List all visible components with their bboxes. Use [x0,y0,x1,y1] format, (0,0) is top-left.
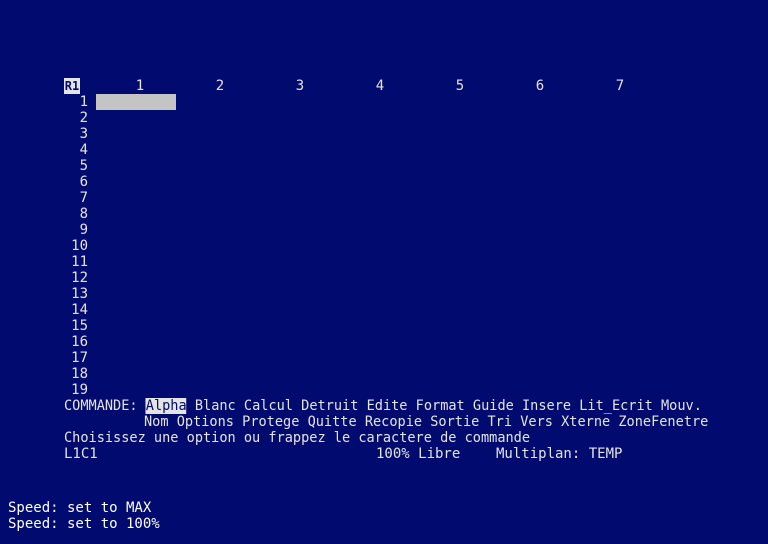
command-prompt: Choisissez une option ou frappez le cara… [64,430,531,446]
menu-item-alpha[interactable]: Alpha [145,398,187,414]
row-header-2[interactable]: 2 [64,110,88,126]
menu-item-sortie[interactable]: Sortie [430,414,479,430]
menu-item-recopie[interactable]: Recopie [365,414,422,430]
speed-message-2: Speed: set to 100% [8,516,160,532]
menu-item-protege[interactable]: Protege [242,414,299,430]
menu-item-nom[interactable]: Nom [144,414,169,430]
row-header-8[interactable]: 8 [64,206,88,222]
command-menu-line-1: COMMANDE: Alpha Blanc Calcul Detruit Edi… [64,398,702,414]
row-header-13[interactable]: 13 [64,286,88,302]
row-header-6[interactable]: 6 [64,174,88,190]
grid-corner[interactable]: R1 [64,78,80,94]
menu-item-quitte[interactable]: Quitte [308,414,357,430]
menu-item-xterne[interactable]: Xterne [561,414,610,430]
row-header-19[interactable]: 19 [64,382,88,398]
menu-item-zonefenetre[interactable]: ZoneFenetre [618,414,708,430]
column-header-5[interactable]: 5 [420,78,500,94]
multiplan-screen: R1 1 2 3 4 5 6 7 1 2 3 4 5 6 7 8 9 10 11… [0,0,768,544]
column-header-2[interactable]: 2 [180,78,260,94]
column-header-4[interactable]: 4 [340,78,420,94]
menu-item-format[interactable]: Format [416,398,465,414]
menu-item-blanc[interactable]: Blanc [195,398,236,414]
row-header-3[interactable]: 3 [64,126,88,142]
menu-item-vers[interactable]: Vers [520,414,553,430]
row-header-4[interactable]: 4 [64,142,88,158]
column-header-1[interactable]: 1 [100,78,180,94]
menu-item-mouv[interactable]: Mouv. [661,398,702,414]
row-header-1[interactable]: 1 [64,94,88,110]
menu-item-insere[interactable]: Insere [522,398,571,414]
menu-item-detruit[interactable]: Detruit [301,398,358,414]
menu-item-tri[interactable]: Tri [488,414,513,430]
row-header-11[interactable]: 11 [64,254,88,270]
row-header-12[interactable]: 12 [64,270,88,286]
menu-item-lit-ecrit[interactable]: Lit_Ecrit [579,398,653,414]
row-header-18[interactable]: 18 [64,366,88,382]
command-menu-line-2: Nom Options Protege Quitte Recopie Sorti… [144,414,708,430]
file-name: Multiplan: TEMP [496,446,623,462]
column-header-6[interactable]: 6 [500,78,580,94]
column-header-3[interactable]: 3 [260,78,340,94]
row-header-7[interactable]: 7 [64,190,88,206]
speed-message-1: Speed: set to MAX [8,500,152,516]
menu-item-guide[interactable]: Guide [473,398,514,414]
active-cell-cursor[interactable] [96,94,176,110]
row-header-5[interactable]: 5 [64,158,88,174]
row-header-15[interactable]: 15 [64,318,88,334]
menu-item-options[interactable]: Options [177,414,234,430]
row-header-14[interactable]: 14 [64,302,88,318]
row-header-17[interactable]: 17 [64,350,88,366]
grid-corner-label: R1 [64,79,80,93]
memory-free: 100% Libre [376,446,461,462]
cell-reference: L1C1 [64,446,98,462]
menu-item-edite[interactable]: Edite [367,398,408,414]
menu-item-calcul[interactable]: Calcul [244,398,293,414]
row-header-10[interactable]: 10 [64,238,88,254]
row-header-9[interactable]: 9 [64,222,88,238]
command-label: COMMANDE: [64,398,138,414]
row-header-16[interactable]: 16 [64,334,88,350]
column-header-7[interactable]: 7 [580,78,660,94]
